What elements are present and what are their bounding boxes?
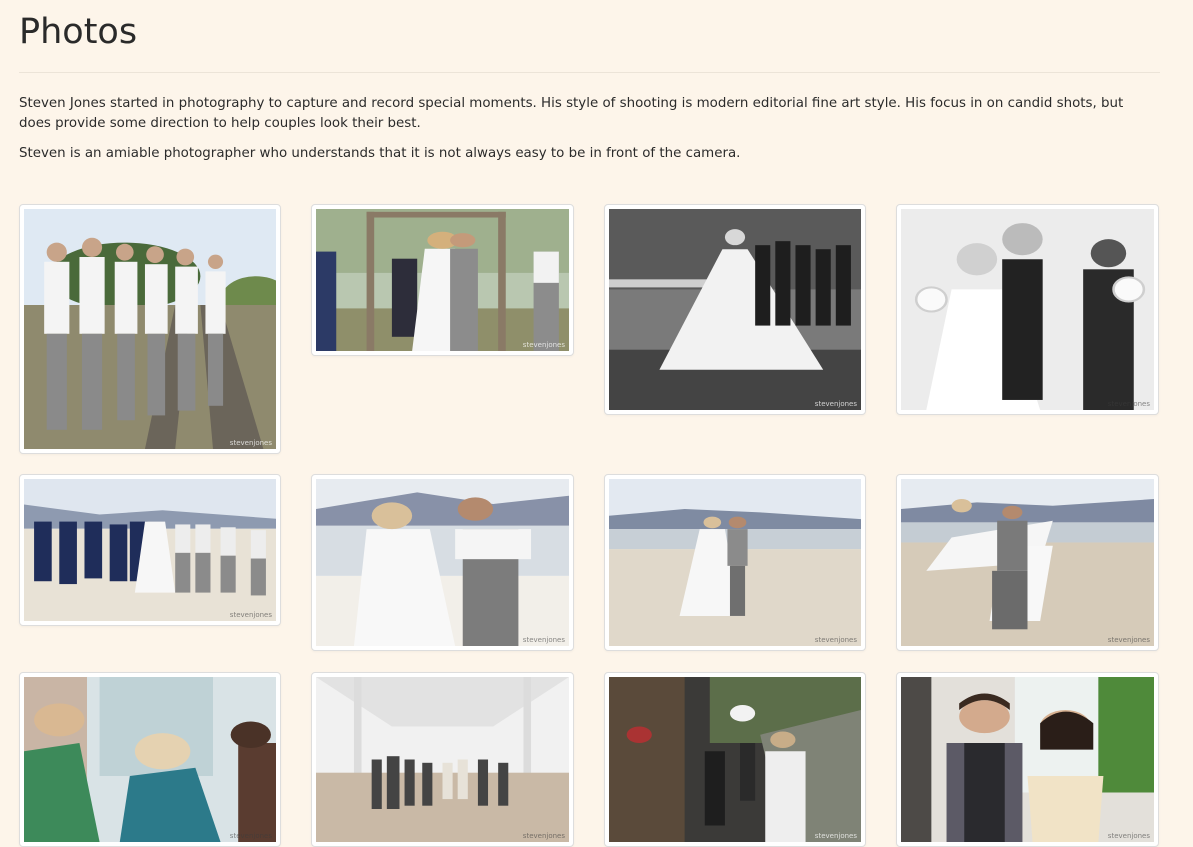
- photo-image: stevenjones: [316, 209, 569, 351]
- gallery-photo-sand-bw[interactable]: stevenjones: [896, 204, 1159, 415]
- intro-paragraph-2: Steven is an amiable photographer who un…: [19, 146, 741, 161]
- gallery-photo-couple-embrace[interactable]: stevenjones: [311, 474, 574, 651]
- watermark: stevenjones: [814, 400, 857, 408]
- gallery-photo-couple-portrait[interactable]: stevenjones: [896, 672, 1159, 847]
- photo-image: stevenjones: [609, 209, 861, 410]
- page-title: Photos: [19, 12, 138, 52]
- intro-text: Steven Jones started in photography to c…: [19, 94, 1139, 174]
- photo-image: stevenjones: [24, 677, 276, 842]
- watermark: stevenjones: [814, 636, 857, 644]
- gallery-photo-reception-hall[interactable]: stevenjones: [311, 672, 574, 847]
- gallery-photo-bridal-bw[interactable]: stevenjones: [604, 204, 866, 415]
- gallery-photo-makeup[interactable]: stevenjones: [19, 672, 281, 847]
- intro-paragraph-1: Steven Jones started in photography to c…: [19, 96, 1124, 131]
- gallery-photo-carry-bride[interactable]: stevenjones: [896, 474, 1159, 651]
- photo-image: stevenjones: [901, 479, 1154, 646]
- watermark: stevenjones: [229, 439, 272, 447]
- watermark: stevenjones: [1107, 832, 1150, 840]
- watermark: stevenjones: [229, 832, 272, 840]
- watermark: stevenjones: [522, 636, 565, 644]
- watermark: stevenjones: [522, 832, 565, 840]
- gallery-photo-groomsmen[interactable]: stevenjones: [19, 204, 281, 454]
- photo-image: stevenjones: [316, 479, 569, 646]
- photo-image: stevenjones: [24, 209, 276, 449]
- watermark: stevenjones: [1107, 636, 1150, 644]
- gallery-photo-venue-guests[interactable]: stevenjones: [604, 672, 866, 847]
- watermark: stevenjones: [814, 832, 857, 840]
- gallery-photo-walking-beach[interactable]: stevenjones: [604, 474, 866, 651]
- photo-image: stevenjones: [609, 677, 861, 842]
- watermark: stevenjones: [522, 341, 565, 349]
- watermark: stevenjones: [229, 611, 272, 619]
- photo-image: stevenjones: [24, 479, 276, 621]
- photo-image: stevenjones: [901, 677, 1154, 842]
- title-divider: [19, 72, 1160, 73]
- watermark: stevenjones: [1107, 400, 1150, 408]
- gallery-photo-arch-kiss[interactable]: stevenjones: [311, 204, 574, 356]
- photo-image: stevenjones: [609, 479, 861, 646]
- photo-image: stevenjones: [901, 209, 1154, 410]
- gallery-photo-wedding-party-beach[interactable]: stevenjones: [19, 474, 281, 626]
- photo-image: stevenjones: [316, 677, 569, 842]
